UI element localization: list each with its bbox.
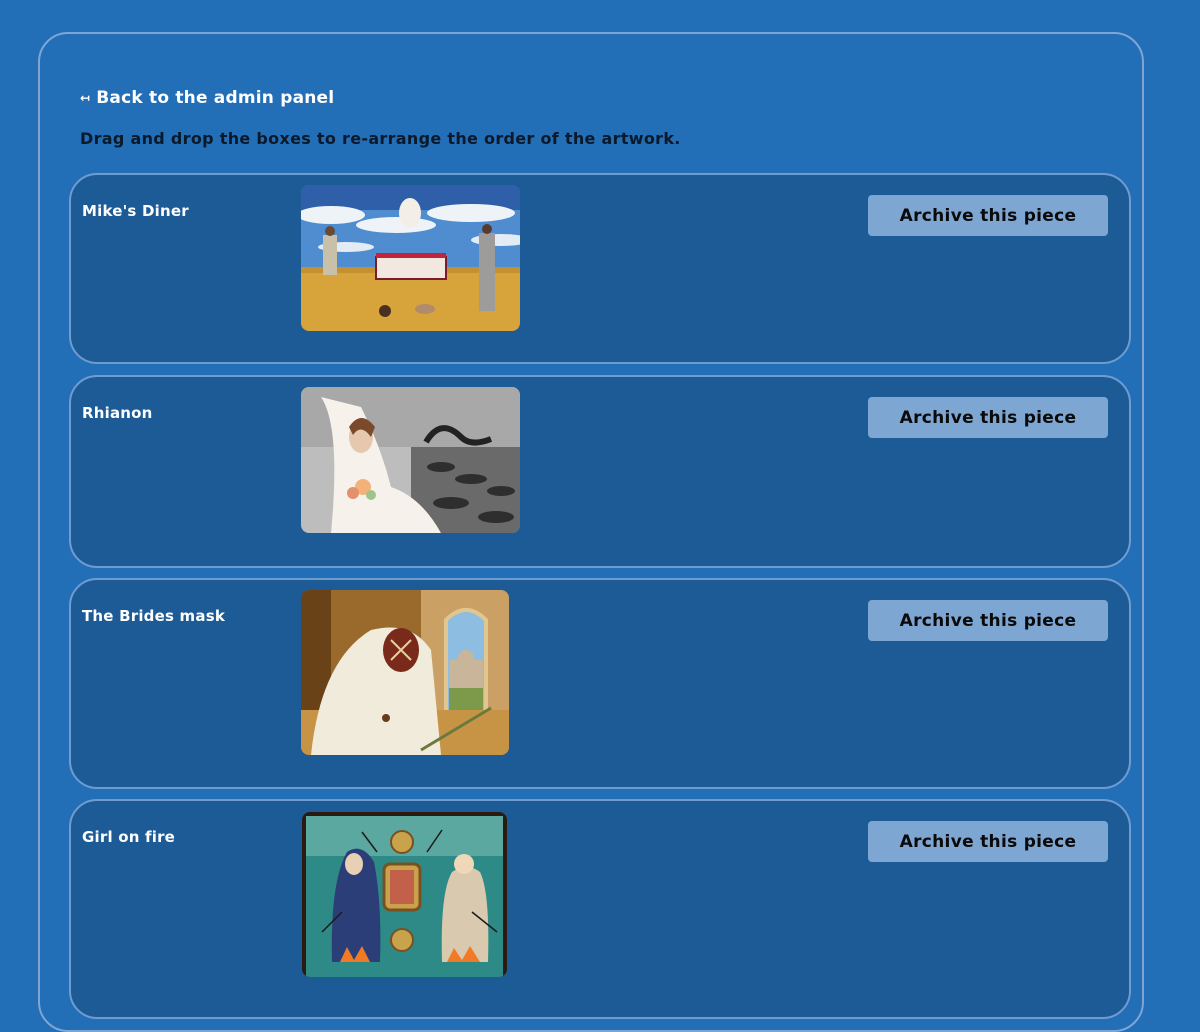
- drag-instructions: Drag and drop the boxes to re-arrange th…: [80, 129, 681, 148]
- back-to-admin-link[interactable]: ↤ Back to the admin panel: [80, 88, 334, 108]
- artwork-thumbnail: [302, 812, 507, 977]
- artwork-title: The Brides mask: [82, 607, 225, 625]
- artwork-card[interactable]: Rhianon Archive this piece: [69, 375, 1131, 568]
- archive-button[interactable]: Archive this piece: [868, 600, 1108, 641]
- back-link-label: Back to the admin panel: [96, 88, 335, 108]
- artwork-card[interactable]: The Brides mask Archive this piece: [69, 578, 1131, 789]
- artwork-thumbnail: [301, 590, 509, 755]
- artwork-card[interactable]: Mike's Diner Archive this piece: [69, 173, 1131, 364]
- artwork-title: Girl on fire: [82, 828, 176, 846]
- archive-button[interactable]: Archive this piece: [868, 821, 1108, 862]
- archive-button[interactable]: Archive this piece: [868, 195, 1108, 236]
- archive-button[interactable]: Archive this piece: [868, 397, 1108, 438]
- back-arrow-icon: ↤: [80, 91, 91, 105]
- artwork-thumbnail: [301, 387, 520, 533]
- artwork-title: Mike's Diner: [82, 202, 189, 220]
- artwork-card[interactable]: Girl on fire Archive this piece: [69, 799, 1131, 1019]
- artwork-title: Rhianon: [82, 404, 153, 422]
- artwork-thumbnail: [301, 185, 520, 331]
